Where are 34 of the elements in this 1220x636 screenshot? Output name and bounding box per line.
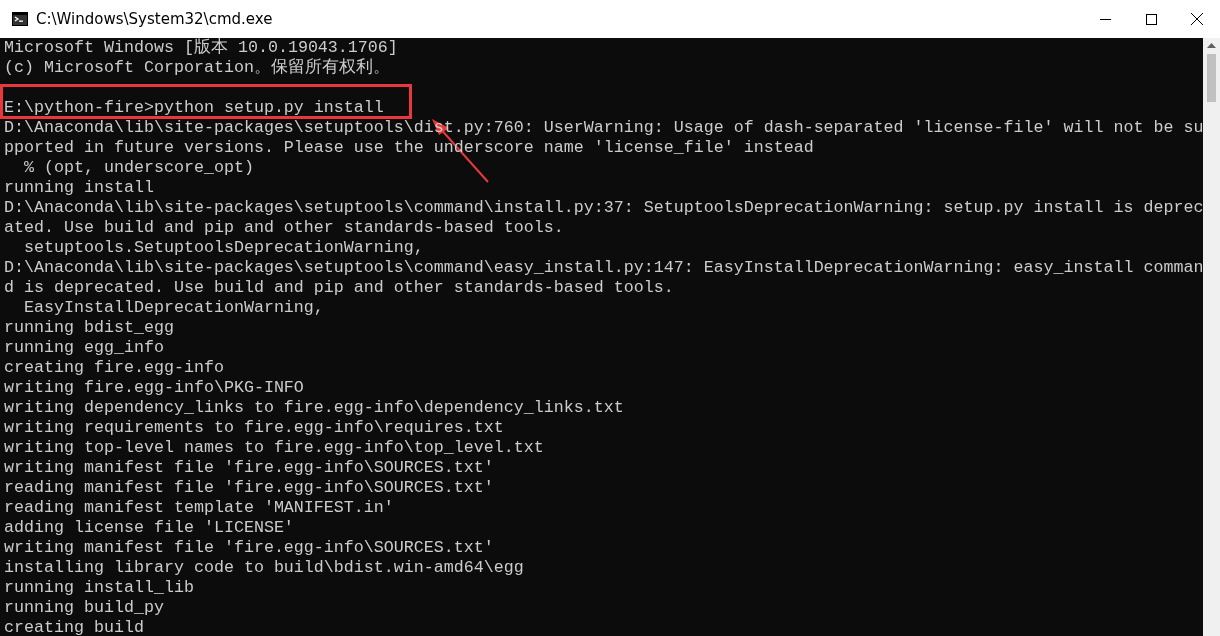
console-line: running install (4, 178, 154, 197)
window-title: C:\Windows\System32\cmd.exe (36, 10, 274, 28)
console-line: writing top-level names to fire.egg-info\top_level.txt (4, 438, 544, 457)
console-line: writing requirements to fire.egg-info\requires.txt (4, 418, 504, 437)
console-line: adding license file 'LICENSE' (4, 518, 294, 537)
console-line: running egg_info (4, 338, 164, 357)
console-line: installing library code to build\bdist.win-amd64\egg (4, 558, 524, 577)
console-line: d is deprecated. Use build and pip and other standards-based tools. (4, 278, 674, 297)
close-icon (1191, 13, 1203, 25)
console-line: Microsoft Windows [版本 10.0.19043.1706] (4, 38, 398, 57)
scroll-thumb[interactable] (1207, 54, 1216, 102)
console-line: creating fire.egg-info (4, 358, 224, 377)
console-line: running bdist_egg (4, 318, 174, 337)
scroll-up-icon[interactable] (1207, 42, 1216, 48)
scrollbar[interactable] (1203, 38, 1220, 636)
console-line: E:\python-fire>python setup.py install (4, 98, 384, 117)
console-line: setuptools.SetuptoolsDeprecationWarning, (23, 238, 424, 257)
console-line: D:\Anaconda\lib\site-packages\setuptools\command\install.py:37: SetuptoolsDeprecationWarning: setup.py install is deprec (4, 198, 1203, 217)
console-line: running build_py (4, 598, 164, 617)
maximize-icon (1145, 13, 1157, 25)
console-line: EasyInstallDeprecationWarning, (23, 298, 324, 317)
console-line: ated. Use build and pip and other standards-based tools. (4, 218, 564, 237)
console-line: reading manifest template 'MANIFEST.in' (4, 498, 394, 517)
console-line: running install_lib (4, 578, 194, 597)
console-line: D:\Anaconda\lib\site-packages\setuptools\command\easy_install.py:147: EasyInstallDeprecationWarning: easy_install comman (4, 258, 1203, 277)
console-line: writing dependency_links to fire.egg-info\dependency_links.txt (4, 398, 624, 417)
console-line: creating build (4, 618, 144, 636)
console-line: writing manifest file 'fire.egg-info\SOURCES.txt' (4, 458, 494, 477)
console-line: writing fire.egg-info\PKG-INFO (4, 378, 304, 397)
console-line: writing manifest file 'fire.egg-info\SOURCES.txt' (4, 538, 494, 557)
console-line: (c) Microsoft Corporation。保留所有权利。 (4, 58, 390, 77)
console-line: reading manifest file 'fire.egg-info\SOURCES.txt' (4, 478, 494, 497)
console-line: % (opt, underscore_opt) (23, 158, 254, 177)
terminal-icon (12, 12, 28, 26)
